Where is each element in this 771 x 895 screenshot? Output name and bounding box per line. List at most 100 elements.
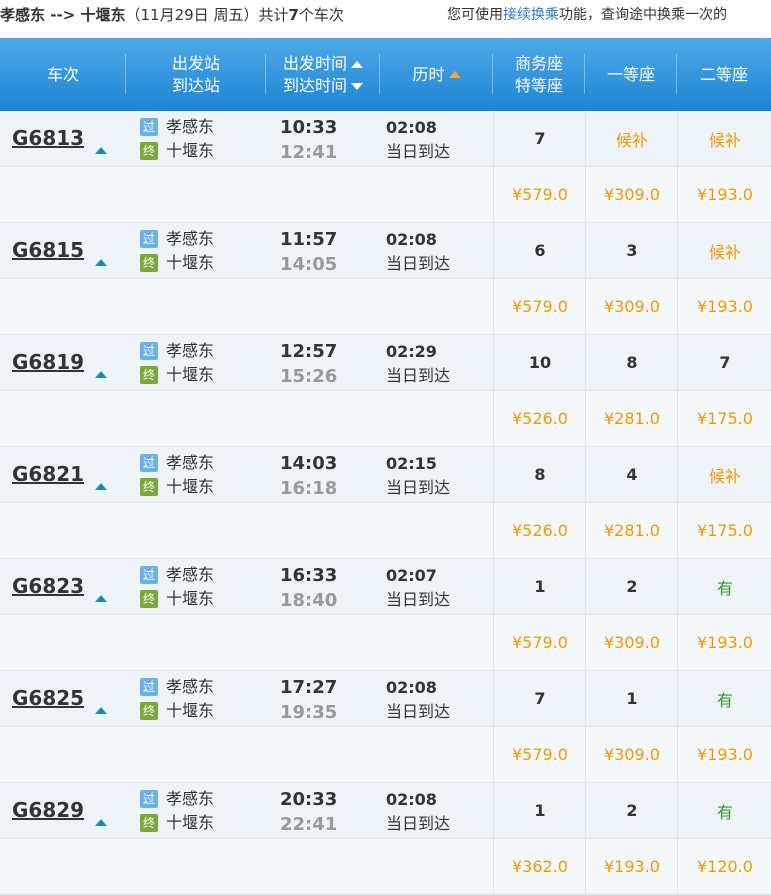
count-prefix: 共计: [258, 6, 289, 24]
arrival-time: 19:35: [280, 702, 338, 723]
train-number-link[interactable]: G6819: [12, 350, 84, 374]
seat-second: 有: [677, 559, 771, 614]
pass-station-icon: 过: [140, 454, 158, 472]
seat-first: 2: [585, 559, 678, 614]
train-number-link[interactable]: G6825: [12, 686, 84, 710]
arrival-station: 终十堰东: [140, 588, 214, 610]
seat-first: 候补: [585, 111, 678, 166]
pass-station-icon: 过: [140, 678, 158, 696]
seat-first: 3: [585, 223, 678, 278]
train-list: G6813 过孝感东 终十堰东 10:33 12:41 02:08 当日到达 7…: [0, 111, 771, 895]
departure-station: 过孝感东: [140, 228, 214, 250]
train-number-link[interactable]: G6823: [12, 574, 84, 598]
price-first: ¥281.0: [585, 503, 678, 558]
train-row: G6829 过孝感东 终十堰东 20:33 22:41 02:08 当日到达 1…: [0, 783, 771, 839]
arrival-station: 终十堰东: [140, 140, 214, 162]
expand-stops-icon[interactable]: [95, 259, 107, 266]
expand-stops-icon[interactable]: [95, 595, 107, 602]
seat-first: 4: [585, 447, 678, 502]
duration: 02:07: [386, 566, 437, 585]
expand-stops-icon[interactable]: [95, 371, 107, 378]
departure-time: 16:33: [280, 565, 338, 586]
price-second: ¥120.0: [677, 839, 771, 894]
seat-first: 2: [585, 783, 678, 838]
price-first: ¥309.0: [585, 279, 678, 334]
duration: 02:08: [386, 230, 437, 249]
departure-station: 过孝感东: [140, 564, 214, 586]
expand-stops-icon[interactable]: [95, 819, 107, 826]
arrival-day: 当日到达: [386, 142, 451, 161]
result-count: 共计7个车次: [258, 6, 343, 24]
seat-second: 有: [677, 671, 771, 726]
price-row: ¥526.0 ¥281.0 ¥175.0: [0, 503, 771, 559]
departure-station-name: 孝感东: [166, 789, 215, 808]
col-second-header: 二等座: [677, 38, 771, 111]
train-number-link[interactable]: G6815: [12, 238, 84, 262]
expand-stops-icon[interactable]: [95, 147, 107, 154]
terminal-station-icon: 终: [140, 142, 158, 160]
departure-time: 11:57: [280, 229, 338, 250]
seat-first: 1: [585, 671, 678, 726]
arrival-station-name: 十堰东: [166, 813, 215, 832]
col-dep-station-label: 出发站: [171, 53, 220, 73]
sort-arr-time[interactable]: 到达时间: [283, 75, 363, 97]
arrival-station: 终十堰东: [140, 476, 214, 498]
price-first: ¥309.0: [585, 615, 678, 670]
sort-duration-icon: [448, 71, 461, 78]
arrival-day: 当日到达: [386, 814, 451, 833]
expand-stops-icon[interactable]: [95, 707, 107, 714]
sort-duration[interactable]: 历时: [380, 38, 493, 111]
pass-station-icon: 过: [140, 790, 158, 808]
arrival-station-name: 十堰东: [166, 589, 215, 608]
terminal-station-icon: 终: [140, 478, 158, 496]
arrival-time: 16:18: [280, 478, 338, 499]
train-number-link[interactable]: G6829: [12, 798, 84, 822]
col-train-label: 车次: [46, 64, 79, 84]
to-station: 十堰东: [80, 6, 126, 24]
price-row: ¥579.0 ¥309.0 ¥193.0: [0, 615, 771, 671]
count-suffix: 个车次: [298, 6, 344, 24]
seat-business: 10: [493, 335, 586, 390]
train-row: G6813 过孝感东 终十堰东 10:33 12:41 02:08 当日到达 7…: [0, 111, 771, 167]
sort-dep-time[interactable]: 出发时间: [283, 53, 363, 75]
price-business: ¥579.0: [493, 615, 586, 670]
departure-station-name: 孝感东: [166, 453, 215, 472]
arrival-station-name: 十堰东: [166, 701, 215, 720]
departure-time: 17:27: [280, 677, 338, 698]
route-summary: 孝感东 --> 十堰东（11月29日 周五）共计7个车次: [0, 4, 344, 25]
from-station: 孝感东: [0, 6, 46, 24]
price-business: ¥579.0: [493, 167, 586, 222]
pass-station-icon: 过: [140, 118, 158, 136]
departure-station: 过孝感东: [140, 676, 214, 698]
price-row: ¥362.0 ¥193.0 ¥120.0: [0, 839, 771, 895]
col-first-header: 一等座: [585, 38, 677, 111]
train-row: G6815 过孝感东 终十堰东 11:57 14:05 02:08 当日到达 6…: [0, 223, 771, 279]
transfer-link[interactable]: 接续换乘: [503, 7, 559, 23]
price-business: ¥526.0: [493, 503, 586, 558]
departure-station-name: 孝感东: [166, 565, 215, 584]
price-second: ¥175.0: [677, 503, 771, 558]
seat-business: 1: [493, 783, 586, 838]
arrival-time: 14:05: [280, 254, 338, 275]
terminal-station-icon: 终: [140, 590, 158, 608]
col-station-header: 出发站 到达站: [126, 38, 266, 111]
price-first: ¥193.0: [585, 839, 678, 894]
tip-prefix: 您可使用: [447, 7, 503, 23]
pass-station-icon: 过: [140, 342, 158, 360]
train-row: G6825 过孝感东 终十堰东 17:27 19:35 02:08 当日到达 7…: [0, 671, 771, 727]
seat-business: 8: [493, 447, 586, 502]
price-business: ¥526.0: [493, 391, 586, 446]
price-row: ¥526.0 ¥281.0 ¥175.0: [0, 391, 771, 447]
seat-second: 候补: [677, 447, 771, 502]
train-number-link[interactable]: G6813: [12, 126, 84, 150]
price-second: ¥193.0: [677, 279, 771, 334]
arrival-station-name: 十堰东: [166, 141, 215, 160]
train-number-link[interactable]: G6821: [12, 462, 84, 486]
price-second: ¥193.0: [677, 727, 771, 782]
expand-stops-icon[interactable]: [95, 483, 107, 490]
terminal-station-icon: 终: [140, 814, 158, 832]
departure-station: 过孝感东: [140, 340, 214, 362]
terminal-station-icon: 终: [140, 254, 158, 272]
price-second: ¥193.0: [677, 167, 771, 222]
arrival-day: 当日到达: [386, 590, 451, 609]
